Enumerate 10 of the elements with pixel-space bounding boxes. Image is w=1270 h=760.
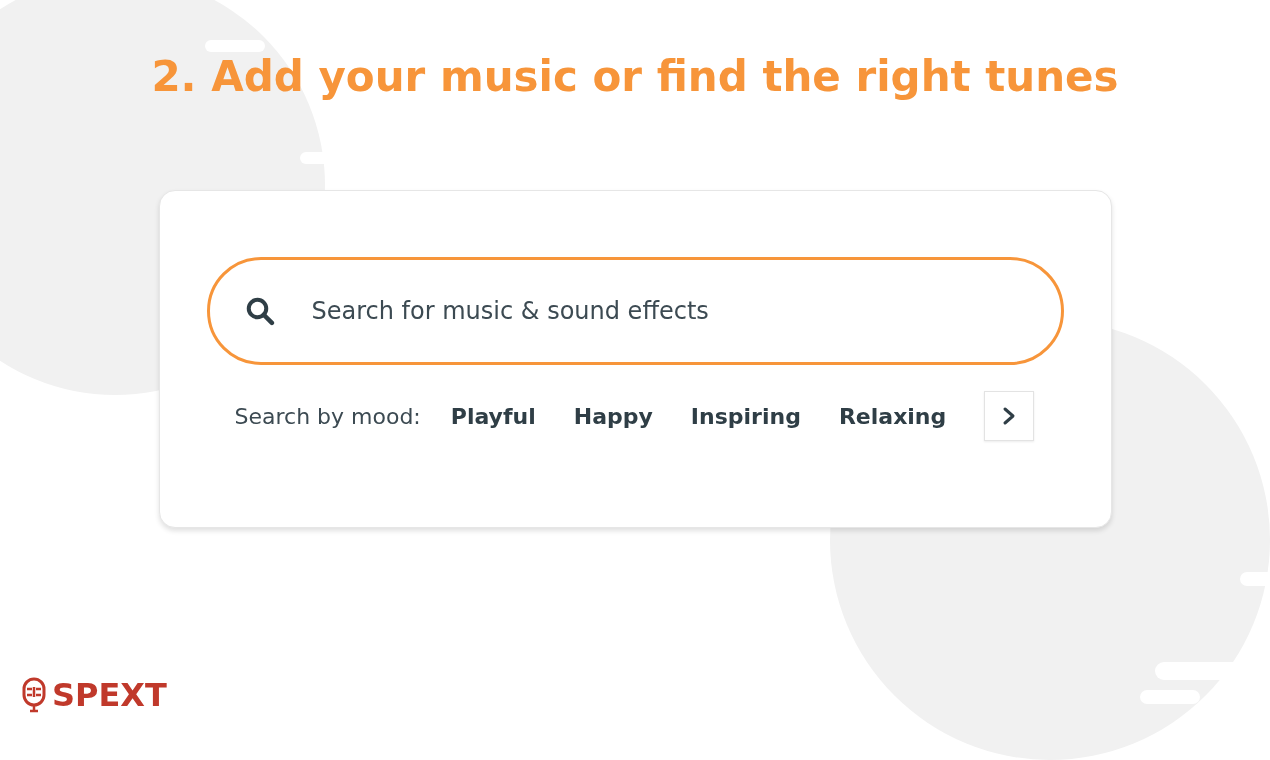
microphone-icon [22, 676, 46, 714]
mood-option[interactable]: Relaxing [838, 403, 947, 429]
mood-option[interactable]: Inspiring [690, 403, 801, 429]
next-button[interactable] [984, 391, 1035, 441]
heading: 2. Add your music or find the right tunes [151, 52, 1119, 101]
search-field[interactable]: Search for music & sound effects [206, 257, 1064, 365]
mood-option[interactable]: Happy [573, 403, 653, 429]
mood-label: Search by mood: [234, 403, 421, 429]
logo-text: SPEXT [52, 676, 167, 714]
mood-option[interactable]: Playful [450, 403, 536, 429]
